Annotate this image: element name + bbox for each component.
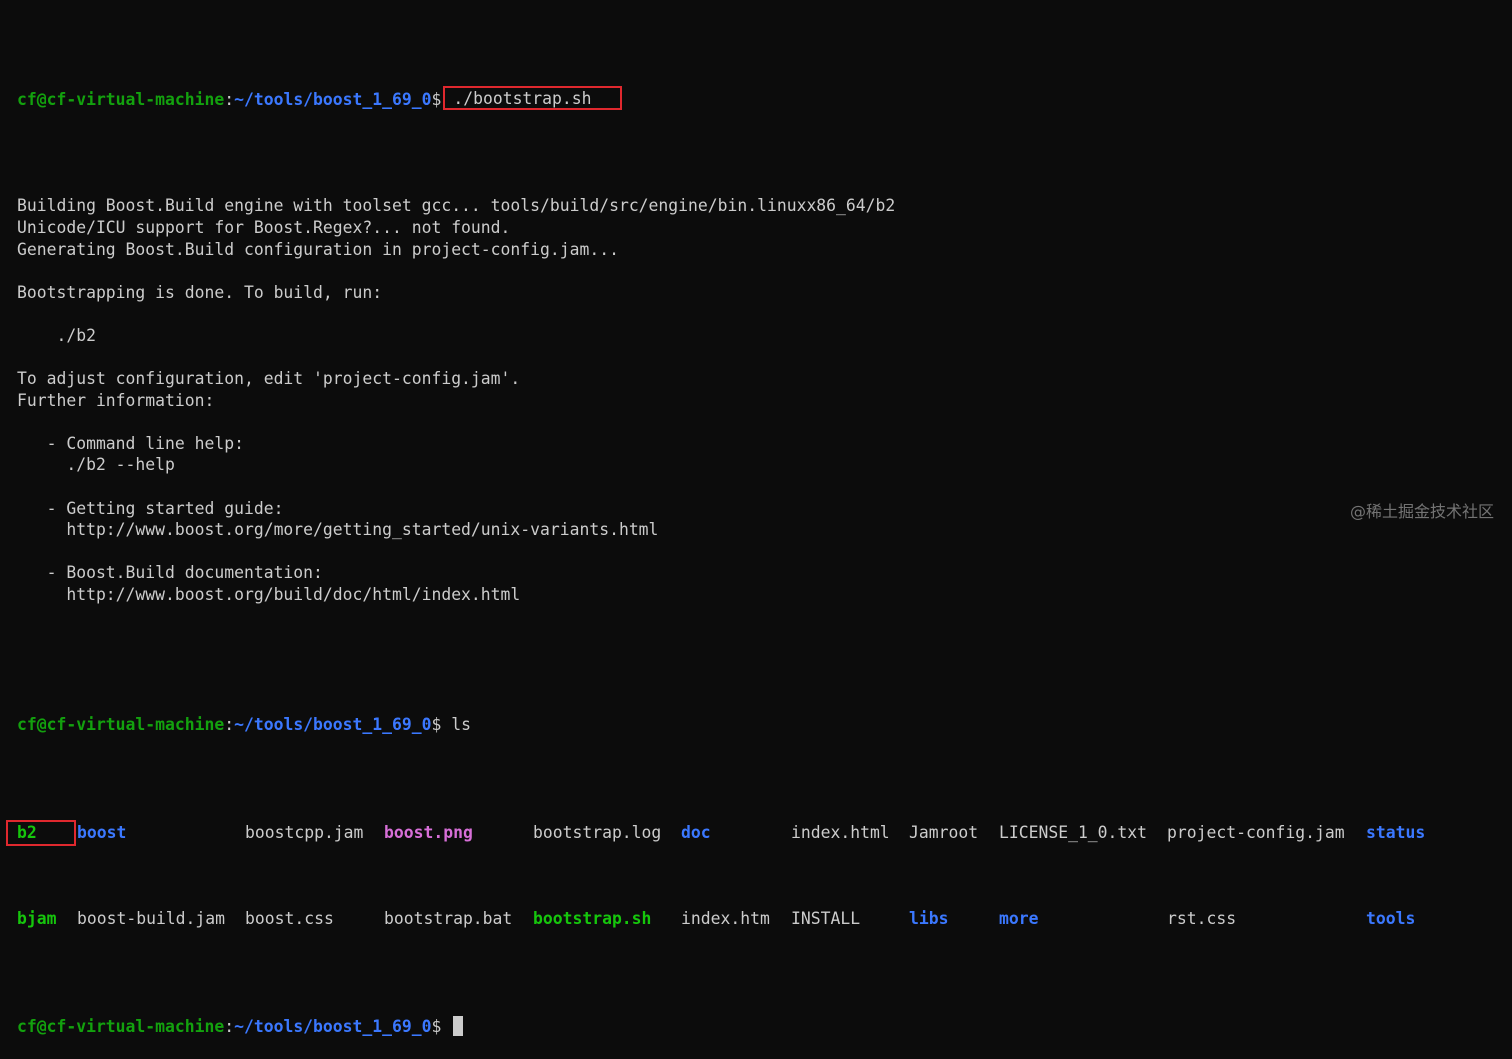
command-ls: ls [451, 714, 471, 734]
highlighted-command-bootstrap: ./bootstrap.sh [443, 86, 622, 111]
ls-entry-more: more [999, 908, 1039, 928]
prompt-line-1: cf@cf-virtual-machine:~/tools/boost_1_69… [17, 86, 1512, 111]
prompt-path: ~/tools/boost_1_69_0 [234, 714, 432, 734]
prompt-line-3[interactable]: cf@cf-virtual-machine:~/tools/boost_1_69… [17, 1015, 1512, 1038]
output-line: Generating Boost.Build configuration in … [17, 239, 619, 259]
output-line: Further information: [17, 390, 215, 410]
ls-entry-tools: tools [1366, 908, 1416, 928]
output-line: To adjust configuration, edit 'project-c… [17, 369, 521, 389]
output-line: http://www.boost.org/more/getting_starte… [17, 520, 659, 540]
ls-output-row-1: b2 boost boostcpp.jam boost.png bootstrap.lo… [6, 819, 1512, 846]
ls-entry-index-htm: index.htm [681, 908, 770, 928]
text-cursor [453, 1015, 464, 1036]
ls-entry-project-config-jam: project-config.jam [1167, 822, 1345, 842]
output-line: http://www.boost.org/build/doc/html/inde… [17, 585, 521, 605]
ls-entry-bootstrap-log: bootstrap.log [533, 822, 662, 842]
prompt-dollar: $ [431, 1016, 452, 1036]
ls-entry-status: status [1366, 822, 1426, 842]
ls-output-row-2: bjam boost-build.jam boost.css bootstrap.ba… [17, 908, 1512, 930]
prompt-path: ~/tools/boost_1_69_0 [234, 90, 432, 110]
prompt-line-2: cf@cf-virtual-machine:~/tools/boost_1_69… [17, 714, 1512, 736]
ls-entry-boost-png: boost.png [384, 822, 473, 842]
ls-entry-rst-css: rst.css [1167, 908, 1237, 928]
watermark: @稀土掘金技术社区 [1349, 502, 1494, 521]
ls-entry-index-html: index.html [791, 822, 890, 842]
ls-entry-bjam: bjam [17, 908, 57, 928]
prompt-colon: : [224, 90, 235, 110]
output-line: - Boost.Build documentation: [17, 563, 323, 583]
prompt-user: cf@cf-virtual-machine [17, 90, 225, 110]
ls-entry-boost-css: boost.css [245, 908, 334, 928]
ls-entry-jamroot: Jamroot [909, 822, 979, 842]
prompt-user: cf@cf-virtual-machine [17, 1016, 225, 1036]
output-line: Unicode/ICU support for Boost.Regex?... … [17, 217, 511, 237]
ls-entry-bootstrap-bat: bootstrap.bat [384, 908, 513, 928]
prompt-path: ~/tools/boost_1_69_0 [234, 1016, 432, 1036]
prompt-dollar: $ [431, 714, 452, 734]
output-line: Bootstrapping is done. To build, run: [17, 282, 383, 302]
ls-entry-boost-build-jam: boost-build.jam [77, 908, 226, 928]
highlight-box-b2 [6, 819, 76, 846]
ls-entry-boostcpp-jam: boostcpp.jam [245, 822, 364, 842]
output-line: Building Boost.Build engine with toolset… [17, 196, 896, 216]
ls-entry-libs: libs [909, 908, 949, 928]
command-output: Building Boost.Build engine with toolset… [17, 195, 1512, 627]
output-line: ./b2 [17, 325, 96, 345]
prompt-colon: : [224, 1016, 235, 1036]
output-line: - Getting started guide: [17, 498, 284, 518]
ls-entry-install: INSTALL [791, 908, 861, 928]
output-line: - Command line help: [17, 433, 244, 453]
prompt-colon: : [224, 714, 235, 734]
output-line: ./b2 --help [17, 455, 175, 475]
ls-entry-doc: doc [681, 822, 711, 842]
ls-entry-boost: boost [77, 822, 127, 842]
prompt-user: cf@cf-virtual-machine [17, 714, 225, 734]
ls-entry-license-1-0-txt: LICENSE_1_0.txt [999, 822, 1148, 842]
ls-entry-bootstrap-sh: bootstrap.sh [533, 908, 652, 928]
prompt-dollar: $ [431, 90, 442, 110]
terminal-window[interactable]: cf@cf-virtual-machine:~/tools/boost_1_69… [0, 0, 1512, 1036]
